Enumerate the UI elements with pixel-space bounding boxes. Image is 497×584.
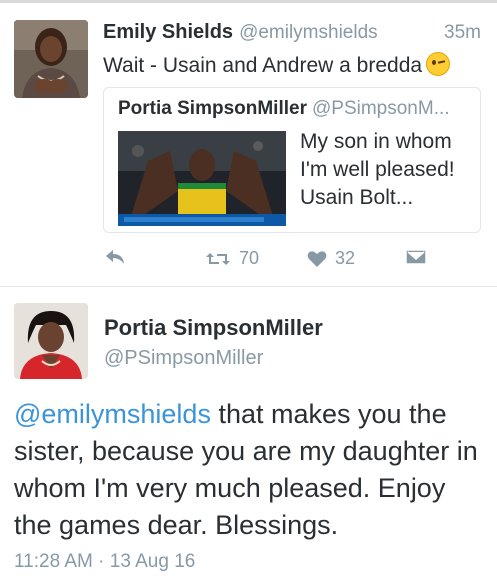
tweet-main-author-name[interactable]: Portia SimpsonMiller bbox=[104, 315, 323, 341]
tweet-text: Wait - Usain and Andrew a bredda bbox=[103, 52, 451, 78]
tweet-emily[interactable]: Emily Shields @emilymshields 35m Wait - U… bbox=[0, 3, 497, 286]
quoted-tweet-text: My son in whom I'm well pleased! Usain B… bbox=[300, 130, 455, 209]
quoted-author-line: Portia SimpsonMiller @PSimpsonM... bbox=[118, 98, 474, 120]
author-name[interactable]: Emily Shields bbox=[103, 21, 233, 43]
direct-message-icon bbox=[405, 248, 427, 266]
heart-icon bbox=[307, 250, 327, 268]
like-button[interactable]: 32 bbox=[307, 248, 355, 269]
avatar-portia[interactable] bbox=[14, 303, 88, 379]
winking-face-icon bbox=[426, 52, 451, 76]
direct-message-button[interactable] bbox=[405, 248, 427, 266]
tweet-time[interactable]: 35m bbox=[444, 22, 481, 44]
mention-link[interactable]: @emilymshields bbox=[14, 399, 211, 429]
tweet-actions-bar: 70 32 bbox=[0, 248, 497, 278]
retweet-count: 70 bbox=[239, 248, 260, 268]
tweet-text-content: Wait - Usain and Andrew a bredda bbox=[103, 54, 423, 77]
quoted-author-handle: @PSimpsonM... bbox=[311, 98, 450, 119]
tweet-author-line: Emily Shields @emilymshields bbox=[103, 21, 378, 44]
retweet-icon bbox=[205, 250, 231, 268]
quoted-media-thumbnail[interactable] bbox=[118, 131, 286, 226]
quoted-author-name: Portia SimpsonMiller bbox=[118, 98, 307, 119]
tweet-main-timestamp[interactable]: 11:28 AM · 13 Aug 16 bbox=[14, 551, 195, 573]
like-count: 32 bbox=[335, 248, 356, 268]
tweet-divider bbox=[0, 286, 497, 287]
reply-button[interactable] bbox=[104, 248, 126, 266]
tweet-main-author-handle[interactable]: @PSimpsonMiller bbox=[104, 347, 263, 370]
avatar-emily[interactable] bbox=[14, 20, 88, 98]
quoted-tweet-card[interactable]: Portia SimpsonMiller @PSimpsonM... My son… bbox=[103, 87, 481, 233]
reply-icon bbox=[104, 248, 126, 266]
author-handle[interactable]: @emilymshields bbox=[239, 22, 378, 43]
tweet-main-text: @emilymshields that makes you the sister… bbox=[14, 396, 484, 544]
retweet-button[interactable]: 70 bbox=[205, 248, 259, 269]
